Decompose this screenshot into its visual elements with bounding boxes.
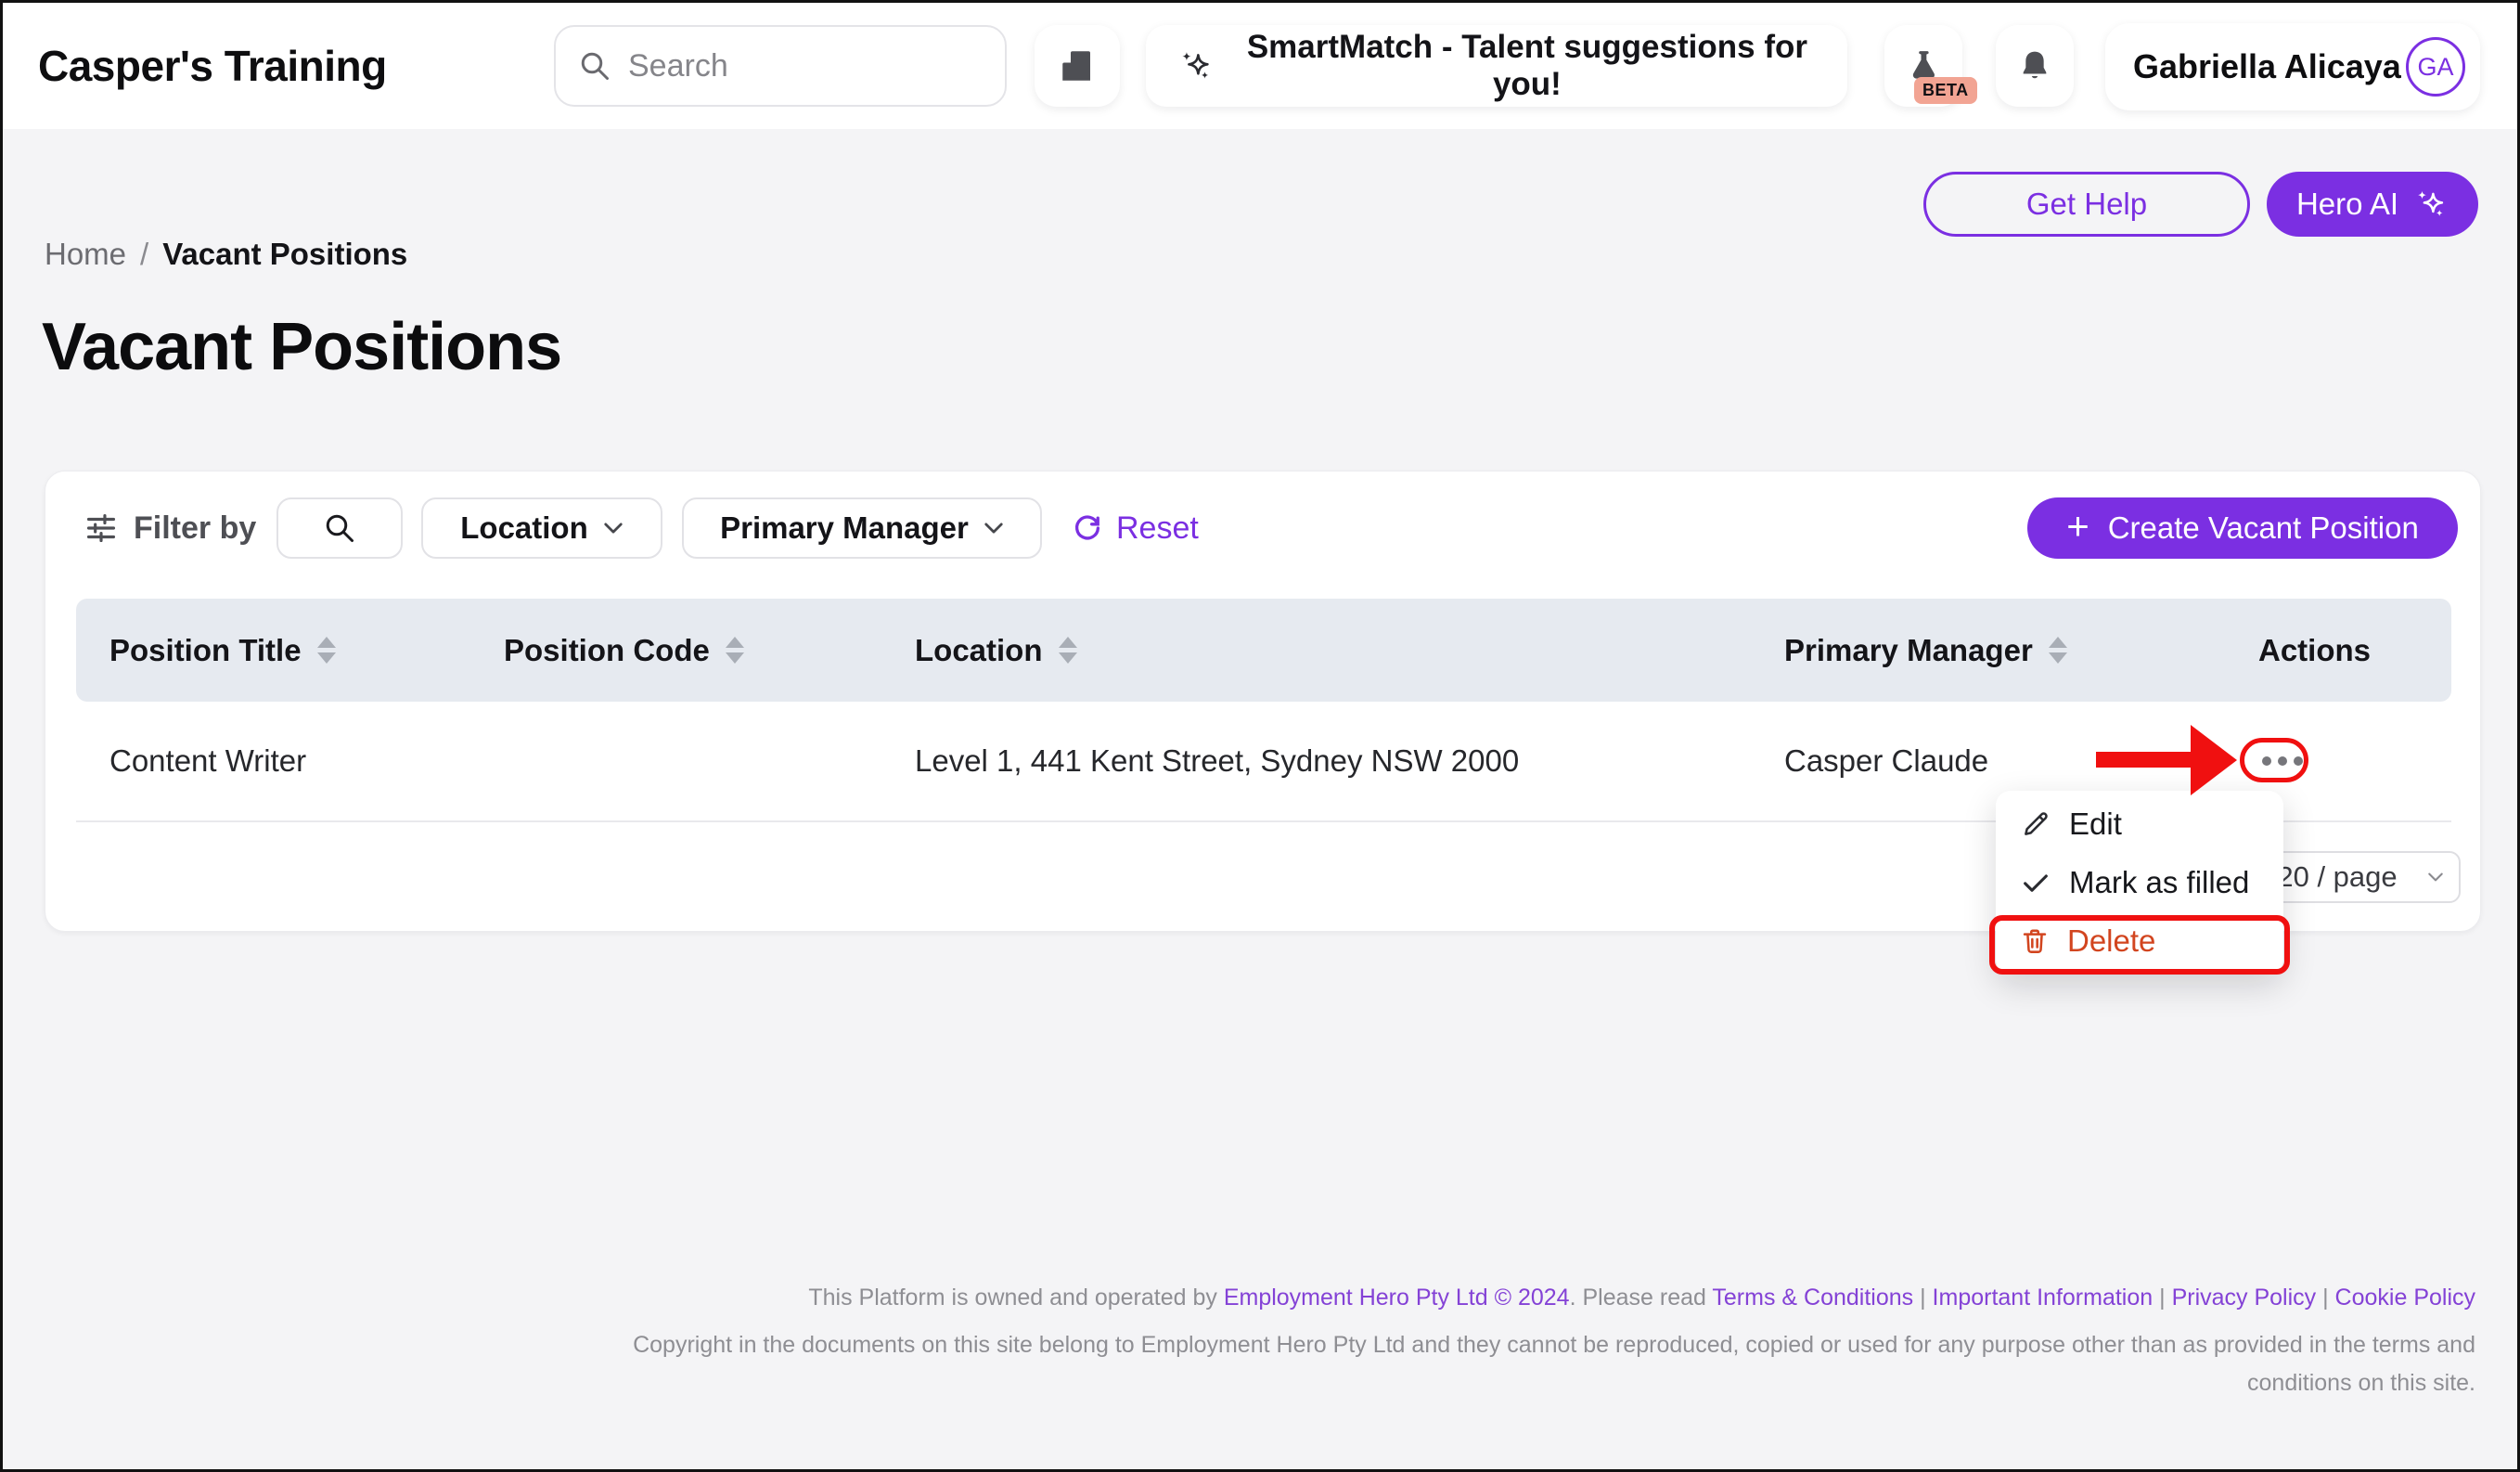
smartmatch-label: SmartMatch - Talent suggestions for you! (1239, 29, 1816, 103)
breadcrumb: Home / Vacant Positions (45, 237, 407, 272)
column-header-actions: Actions (2258, 633, 2451, 668)
building-icon (1058, 46, 1097, 85)
footer-copyright: Copyright in the documents on this site … (546, 1326, 2475, 1402)
page-title: Vacant Positions (42, 309, 561, 385)
table-header-row: Position Title Position Code Location Pr… (76, 599, 2451, 702)
sort-icon (2049, 637, 2067, 664)
sort-icon (1059, 637, 1077, 664)
row-actions-menu: Edit Mark as filled Delete (1996, 791, 2283, 975)
menu-item-delete[interactable]: Delete (1996, 911, 2283, 970)
filter-by-label: Filter by (134, 510, 256, 547)
footer-link-important-information[interactable]: Important Information (1933, 1285, 2154, 1311)
sort-icon (317, 637, 336, 664)
column-header-position-title[interactable]: Position Title (76, 633, 504, 668)
notifications-button[interactable] (1996, 25, 2074, 107)
filter-location-dropdown[interactable]: Location (421, 497, 662, 559)
cell-location: Level 1, 441 Kent Street, Sydney NSW 200… (915, 743, 1784, 779)
menu-item-edit[interactable]: Edit (1996, 794, 2283, 853)
filter-search-button[interactable] (276, 497, 403, 559)
avatar: GA (2406, 37, 2465, 97)
cell-actions (2258, 741, 2451, 781)
smartmatch-banner-button[interactable]: SmartMatch - Talent suggestions for you! (1146, 25, 1847, 107)
sparkle-icon (1177, 45, 1215, 86)
cell-position-title: Content Writer (76, 743, 504, 779)
footer: This Platform is owned and operated by E… (314, 1282, 2475, 1402)
filter-sliders-icon (84, 510, 119, 546)
sparkle-icon (2413, 187, 2449, 222)
footer-link-terms[interactable]: Terms & Conditions (1712, 1285, 1913, 1311)
app-root: Casper's Training SmartMatch - Talent su… (0, 0, 2520, 1472)
chevron-down-icon (984, 522, 1004, 535)
sort-icon (726, 637, 744, 664)
chevron-down-icon (603, 522, 624, 535)
column-header-location[interactable]: Location (915, 633, 1784, 668)
footer-link-employment-hero[interactable]: Employment Hero Pty Ltd © 2024 (1224, 1285, 1570, 1311)
column-header-position-code[interactable]: Position Code (504, 633, 915, 668)
chevron-down-icon (2427, 872, 2444, 883)
trash-icon (2020, 926, 2050, 956)
breadcrumb-current: Vacant Positions (162, 237, 407, 272)
top-navigation-bar: Casper's Training SmartMatch - Talent su… (3, 3, 2517, 129)
breadcrumb-home-link[interactable]: Home (45, 237, 126, 272)
breadcrumb-separator: / (140, 237, 148, 272)
filter-by-label-group: Filter by (84, 497, 256, 559)
labs-button[interactable]: BETA (1884, 25, 1962, 107)
global-search-input[interactable] (628, 48, 983, 84)
bell-icon (2016, 47, 2053, 84)
footer-link-cookie-policy[interactable]: Cookie Policy (2335, 1285, 2475, 1311)
user-menu[interactable]: Gabriella Alicaya GA (2105, 23, 2480, 110)
footer-line1: This Platform is owned and operated by E… (314, 1282, 2475, 1313)
column-header-primary-manager[interactable]: Primary Manager (1784, 633, 2258, 668)
get-help-button[interactable]: Get Help (1923, 172, 2250, 237)
cell-primary-manager: Casper Claude (1784, 743, 2258, 779)
user-name: Gabriella Alicaya (2133, 47, 2401, 86)
hero-ai-button[interactable]: Hero AI (2267, 172, 2478, 237)
reset-icon (1071, 511, 1104, 545)
footer-link-privacy-policy[interactable]: Privacy Policy (2172, 1285, 2317, 1311)
search-icon (578, 49, 611, 83)
check-icon (2020, 867, 2051, 898)
global-search[interactable] (554, 25, 1007, 107)
plus-icon: + (2066, 507, 2089, 546)
brand-logo: Casper's Training (38, 3, 387, 129)
filter-reset-button[interactable]: Reset (1071, 497, 1199, 559)
organisation-switch-button[interactable] (1035, 25, 1120, 107)
filter-primary-manager-dropdown[interactable]: Primary Manager (682, 497, 1042, 559)
beta-badge: BETA (1914, 77, 1977, 104)
menu-item-mark-as-filled[interactable]: Mark as filled (1996, 853, 2283, 911)
search-icon (323, 511, 356, 545)
create-vacant-position-button[interactable]: + Create Vacant Position (2027, 497, 2458, 559)
pencil-icon (2020, 808, 2051, 840)
row-actions-ellipsis-button[interactable] (2256, 741, 2308, 781)
